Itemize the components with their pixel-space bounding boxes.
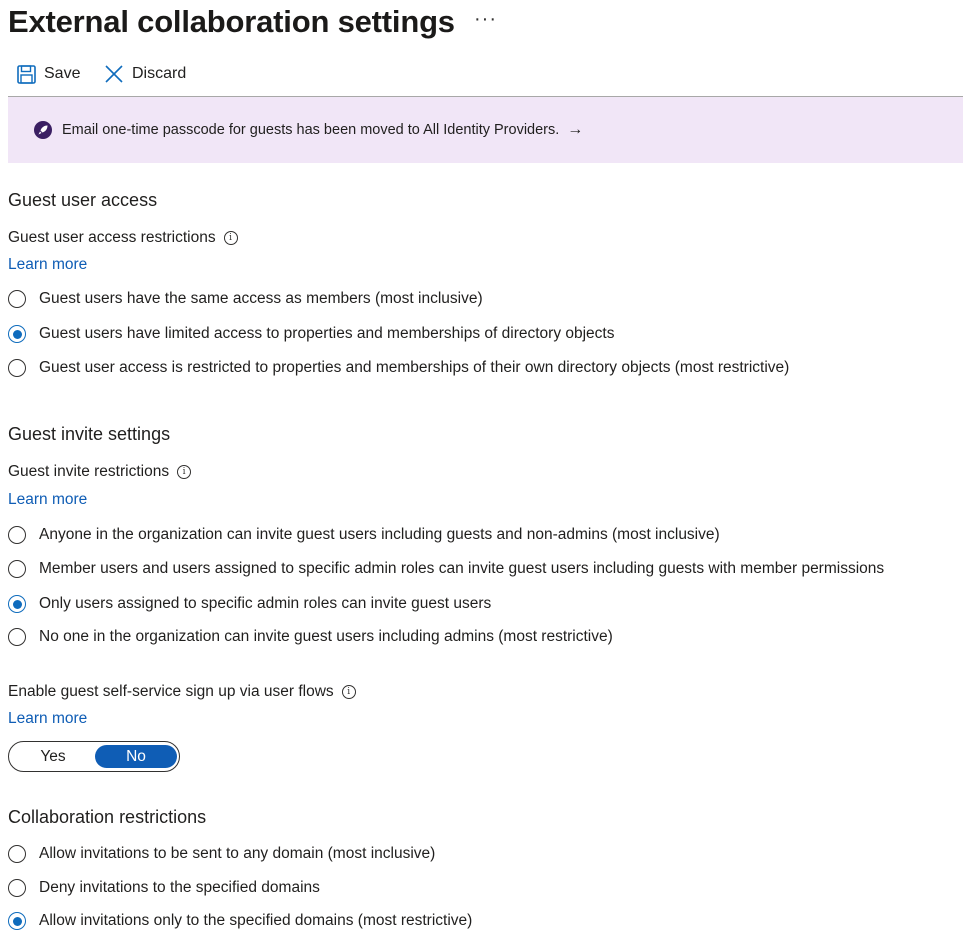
save-label: Save	[44, 65, 81, 82]
radio-button[interactable]	[8, 290, 26, 308]
self-service-toggle[interactable]: Yes No	[8, 741, 180, 772]
radio-option-allow-only-specified-domains[interactable]: Allow invitations only to the specified …	[8, 910, 472, 932]
toggle-option-yes[interactable]: Yes	[11, 745, 95, 768]
toggle-option-no[interactable]: No	[95, 745, 177, 768]
radio-button[interactable]	[8, 325, 26, 343]
field-label-text: Enable guest self-service sign up via us…	[8, 683, 334, 700]
radio-label: Guest user access is restricted to prope…	[39, 359, 790, 376]
guest-invite-restrictions-label: Guest invite restrictions i	[8, 463, 192, 481]
learn-more-link[interactable]: Learn more	[8, 256, 87, 274]
more-options-icon[interactable]: ···	[474, 8, 497, 31]
radio-button[interactable]	[8, 359, 26, 377]
info-banner: Email one-time passcode for guests has b…	[8, 97, 963, 163]
radio-label: Only users assigned to specific admin ro…	[39, 595, 492, 612]
info-icon[interactable]: i	[341, 685, 356, 699]
discard-label: Discard	[132, 65, 187, 82]
radio-button[interactable]	[8, 595, 26, 613]
radio-option-admins-only-invite[interactable]: Only users assigned to specific admin ro…	[8, 593, 491, 615]
radio-option-members-can-invite[interactable]: Member users and users assigned to speci…	[8, 558, 884, 580]
radio-button[interactable]	[8, 845, 26, 863]
learn-more-link[interactable]: Learn more	[8, 491, 87, 509]
radio-label: Member users and users assigned to speci…	[39, 560, 885, 577]
banner-message: Email one-time passcode for guests has b…	[62, 122, 560, 138]
radio-button[interactable]	[8, 628, 26, 646]
discard-button[interactable]: Discard	[104, 63, 186, 85]
radio-option-limited-access[interactable]: Guest users have limited access to prope…	[8, 323, 614, 345]
radio-label: Guest users have the same access as memb…	[39, 290, 483, 307]
radio-button[interactable]	[8, 879, 26, 897]
field-label-text: Guest user access restrictions	[8, 229, 216, 246]
radio-button[interactable]	[8, 560, 26, 578]
radio-label: Allow invitations to be sent to any doma…	[39, 845, 436, 862]
section-title-collaboration-restrictions: Collaboration restrictions	[8, 807, 207, 827]
radio-button[interactable]	[8, 526, 26, 544]
radio-label: No one in the organization can invite gu…	[39, 628, 613, 645]
section-title-guest-user-access: Guest user access	[8, 190, 158, 210]
learn-more-link[interactable]: Learn more	[8, 710, 87, 728]
radio-label: Allow invitations only to the specified …	[39, 912, 473, 929]
banner-arrow-icon[interactable]: →	[567, 121, 583, 139]
radio-option-no-one-can-invite[interactable]: No one in the organization can invite gu…	[8, 626, 613, 648]
save-icon	[17, 64, 36, 84]
radio-option-same-access[interactable]: Guest users have the same access as memb…	[8, 288, 483, 310]
info-icon[interactable]: i	[223, 231, 238, 245]
close-icon	[104, 64, 124, 84]
page-title: External collaboration settings	[8, 4, 455, 39]
field-label-text: Guest invite restrictions	[8, 463, 170, 480]
rocket-icon	[34, 121, 52, 139]
radio-label: Guest users have limited access to prope…	[39, 325, 615, 342]
info-icon[interactable]: i	[177, 465, 192, 479]
guest-access-restrictions-label: Guest user access restrictions i	[8, 229, 238, 247]
radio-option-anyone-can-invite[interactable]: Anyone in the organization can invite gu…	[8, 524, 720, 546]
radio-label: Deny invitations to the specified domain…	[39, 879, 320, 896]
radio-option-allow-any-domain[interactable]: Allow invitations to be sent to any doma…	[8, 843, 435, 865]
section-title-guest-invite-settings: Guest invite settings	[8, 424, 171, 444]
radio-option-restricted-access[interactable]: Guest user access is restricted to prope…	[8, 357, 789, 379]
radio-label: Anyone in the organization can invite gu…	[39, 526, 720, 543]
radio-option-deny-specified-domains[interactable]: Deny invitations to the specified domain…	[8, 877, 320, 899]
radio-button[interactable]	[8, 912, 26, 930]
save-button[interactable]: Save	[17, 63, 80, 85]
self-service-signup-label: Enable guest self-service sign up via us…	[8, 683, 356, 701]
